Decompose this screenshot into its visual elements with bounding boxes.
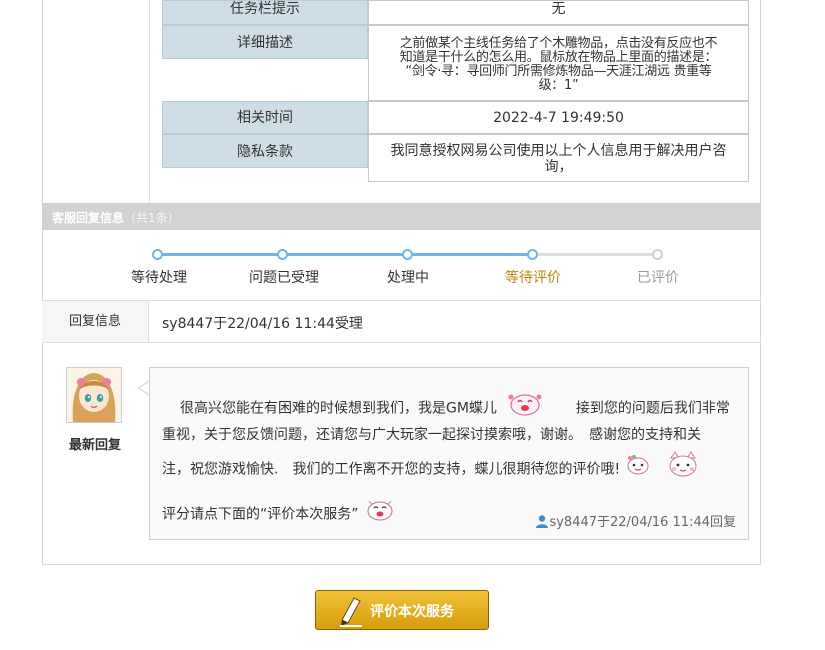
step-dot-1 [152,249,163,260]
reply-line-4: 评分请点下面的“评价本次服务” [162,506,359,523]
bubble-pointer-inner [140,382,149,394]
reply-section-header: 客服回复信息（共1条） [42,203,761,230]
rate-service-button[interactable]: 评价本次服务 [315,590,489,630]
latest-reply-label: 最新回复 [68,438,121,453]
step-label-2: 问题已受理 [249,270,319,286]
step-label-1: 等待处理 [131,270,187,286]
pencil-icon [338,594,364,632]
row-value-taskbar-hint: 无 [368,0,749,25]
row-value-description: 之前做某个主线任务给了个木雕物品，点击没有反应也不 知道是干什么的怎么用。鼠标放… [368,25,749,101]
reply-info-label: 回复信息 [42,301,149,342]
reply-line-3: 注，祝您游戏愉快. 我们的工作离不开您的支持，蝶儿很期待您的评价哦! [162,461,621,478]
step-dot-5 [652,249,663,260]
divider-top [42,300,761,301]
rate-service-label: 评价本次服务 [370,604,454,620]
progress-tracker: 等待处理 问题已受理 处理中 等待评价 已评价 [124,240,680,292]
divider-bottom [42,342,761,343]
reply-footer: sy8447于22/04/16 11:44回复 [535,511,736,532]
progress-track-done [158,253,533,256]
step-label-3: 处理中 [387,270,429,286]
laughing-face-icon [363,497,397,532]
gm-avatar-image [67,368,121,422]
row-label-privacy: 隐私条款 [162,134,368,168]
reply-info-value: sy8447于22/04/16 11:44受理 [162,316,363,332]
smiling-face-icon [505,391,545,426]
reply-section-title: 客服回复信息（共1条） [52,211,180,225]
step-dot-2 [277,249,288,260]
gm-avatar [66,367,122,423]
row-label-taskbar-hint: 任务栏提示 [162,0,368,25]
step-dot-4 [527,249,538,260]
step-label-4: 等待评价 [505,270,561,286]
reply-line-1a: 很高兴您能在有困难的时候想到我们，我是GM蝶儿 [180,400,497,417]
row-label-description: 详细描述 [162,25,368,59]
step-dot-3 [402,249,413,260]
shy-face-icon [625,454,651,485]
cat-face-icon [665,450,701,489]
reply-line-1b: 接到您的问题后我们非常 [575,400,730,417]
step-label-5: 已评价 [637,270,679,286]
user-icon [535,514,549,532]
reply-footer-text: sy8447于22/04/16 11:44回复 [549,515,736,530]
row-value-time: 2022-4-7 19:49:50 [368,101,749,134]
column-divider [149,0,150,203]
row-label-time: 相关时间 [162,101,368,134]
row-value-privacy: 我同意授权网易公司使用以上个人信息用于解决用户咨 询， [368,134,749,182]
progress-track-pending [533,253,658,256]
reply-line-2: 重视，关于您反馈问题，还请您与广大玩家一起探讨摸索哦，谢谢。 感谢您的支持和关 [162,427,701,443]
